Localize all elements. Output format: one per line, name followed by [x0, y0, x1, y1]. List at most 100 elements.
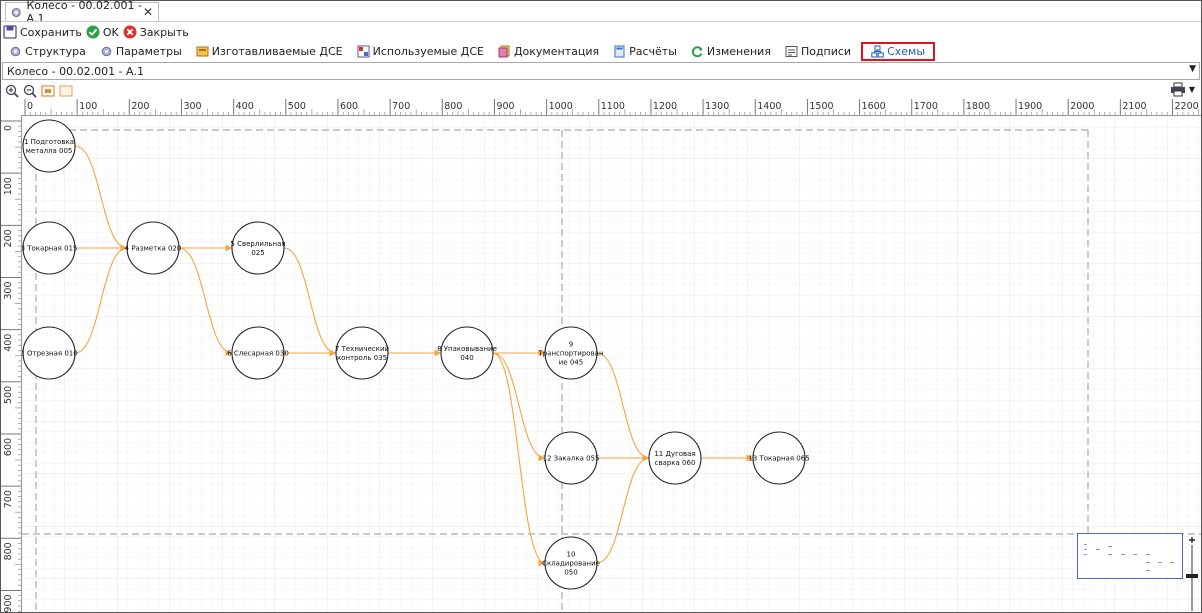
close-label: Закрыть [139, 25, 189, 39]
node-label: ие 045 [559, 359, 583, 367]
ruler-label: 500 [3, 386, 14, 404]
calculator-icon [614, 45, 625, 58]
ruler-label: 900 [3, 594, 14, 612]
tab-divider [1, 21, 1201, 22]
ok-button[interactable]: OK [86, 25, 119, 39]
refresh-icon [691, 46, 703, 58]
ruler-label: 1900 [1018, 101, 1042, 112]
ruler-label: 100 [3, 177, 14, 195]
ruler-label: 900 [496, 101, 514, 112]
node-label: сварка 060 [655, 459, 696, 467]
node-circle[interactable] [231, 221, 285, 275]
zoom-out-icon[interactable] [23, 84, 37, 98]
ruler-label: 1300 [705, 101, 729, 112]
ruler-label: 200 [3, 229, 14, 247]
node-label: металла 005 [26, 147, 73, 155]
node-label: 8 Упаковывание [437, 345, 497, 353]
chevron-down-icon[interactable]: ▼ [1189, 64, 1196, 74]
diagram-minimap[interactable] [1077, 533, 1183, 579]
tab-schemes[interactable]: Схемы [861, 42, 936, 61]
tab-used-parts[interactable]: Используемые ДСЕ [349, 42, 490, 61]
node-circle[interactable] [648, 431, 702, 485]
zoom-thumb[interactable] [1186, 574, 1198, 578]
section-tabs: Структура Параметры Изготавливаемые ДСЕ … [1, 41, 936, 62]
node-label: 7 Технический [335, 345, 389, 353]
close-button[interactable]: Закрыть [123, 25, 189, 39]
tab-changes[interactable]: Изменения [683, 42, 777, 61]
fit-to-window-icon[interactable] [41, 84, 55, 98]
tab-label: Изменения [706, 45, 771, 58]
node-label: 2 Отрезная 010 [22, 350, 78, 358]
minimap-dot [1096, 549, 1100, 550]
close-tab-icon[interactable]: ✕ [143, 5, 153, 19]
ruler-label: 400 [236, 101, 254, 112]
node-label: 025 [251, 249, 264, 257]
parts-icon [196, 46, 209, 57]
ruler-label: 1400 [757, 101, 781, 112]
node-label: 050 [564, 569, 577, 577]
process-diagram[interactable]: 1 Подготовкаметалла 005 3 Токарная 015 2 О… [22, 116, 1201, 612]
zoom-slider[interactable] [1186, 533, 1198, 612]
printer-icon[interactable] [1170, 82, 1186, 97]
tab-signatures[interactable]: Подписи [777, 42, 857, 61]
node-circle[interactable] [440, 326, 494, 380]
save-icon [3, 25, 17, 39]
node-label: 5 Сверлильная [230, 240, 285, 248]
ruler-label: 2000 [1070, 101, 1094, 112]
node-circle[interactable] [335, 326, 389, 380]
ruler-label: 700 [392, 101, 410, 112]
ok-label: OK [102, 25, 119, 39]
diagram-node[interactable]: 1 Подготовкаметалла 005 [22, 119, 76, 173]
diagram-node[interactable]: 5 Сверлильная025 [230, 221, 286, 275]
diagram-canvas[interactable]: 1 Подготовка металла 005 3 Токарная 015 2 О… [22, 116, 1201, 612]
tab-calculations[interactable]: Расчёты [605, 42, 683, 61]
tab-parameters[interactable]: Параметры [92, 42, 188, 61]
node-label: 12 Закалка 055 [542, 455, 599, 463]
actual-size-icon[interactable] [59, 84, 73, 98]
horizontal-ruler: 0 100 200 300 400 500 600 700 800 900 1000 1100 1200… [21, 99, 1201, 116]
minimap-dot [1108, 546, 1112, 547]
object-selector-value: Колесо - 00.02.001 - А.1 [7, 64, 145, 78]
node-label: 6 Слесарная 030 [227, 350, 289, 358]
documents-icon [498, 45, 510, 58]
minimap-dot [1108, 554, 1112, 555]
vertical-ruler-svg: 0 100 200 300 400 500 600 700 800 900 [1, 120, 21, 612]
ruler-label: 1500 [809, 101, 833, 112]
tab-label: Изготавливаемые ДСЕ [211, 45, 343, 58]
ruler-label: 100 [79, 101, 97, 112]
window-frame: Колесо - 00.02.001 - А.1 ✕ Сохранить OK … [0, 0, 1202, 613]
zoom-slider-svg [1186, 537, 1198, 611]
node-circle[interactable] [22, 119, 76, 173]
node-label: 1 Подготовка [24, 138, 74, 146]
tab-documentation[interactable]: Документация [490, 42, 605, 61]
save-button[interactable]: Сохранить [3, 25, 82, 39]
minimap-dot [1084, 544, 1087, 545]
ruler-label: 1800 [966, 101, 990, 112]
chevron-down-icon[interactable]: ▼ [1189, 85, 1195, 94]
ruler-label: 2200 [1175, 101, 1199, 112]
ruler-label: 800 [3, 542, 14, 560]
ruler-label: 400 [3, 334, 14, 352]
tab-manufactured-parts[interactable]: Изготавливаемые ДСЕ [188, 42, 349, 61]
diagram-node[interactable]: 11 Дуговаясварка 060 [648, 431, 702, 485]
diagram-node[interactable]: 7 Техническийконтроль 035 [335, 326, 389, 380]
ruler-label: 1700 [914, 101, 938, 112]
node-label: 10 [567, 551, 576, 559]
zoom-in-icon[interactable] [5, 84, 19, 98]
tab-structure[interactable]: Структура [1, 42, 92, 61]
document-tab[interactable]: Колесо - 00.02.001 - А.1 ✕ [5, 1, 159, 25]
minimap-preview [1084, 544, 1174, 571]
minimap-dot [1146, 570, 1150, 571]
zoom-plus-icon[interactable] [1189, 537, 1195, 543]
ruler-label: 700 [3, 490, 14, 508]
tab-label: Расчёты [629, 45, 677, 58]
ruler-label: 300 [183, 101, 201, 112]
gear-icon [10, 46, 21, 57]
grid-icon [357, 45, 370, 58]
node-label: 9 [569, 341, 573, 349]
ruler-label: 2100 [1122, 101, 1146, 112]
minimap-dot [1084, 554, 1087, 555]
print-toolbar: ▼ [1170, 82, 1195, 97]
ruler-label: 1000 [549, 101, 573, 112]
object-selector[interactable]: Колесо - 00.02.001 - А.1 ▼ [2, 62, 1200, 80]
